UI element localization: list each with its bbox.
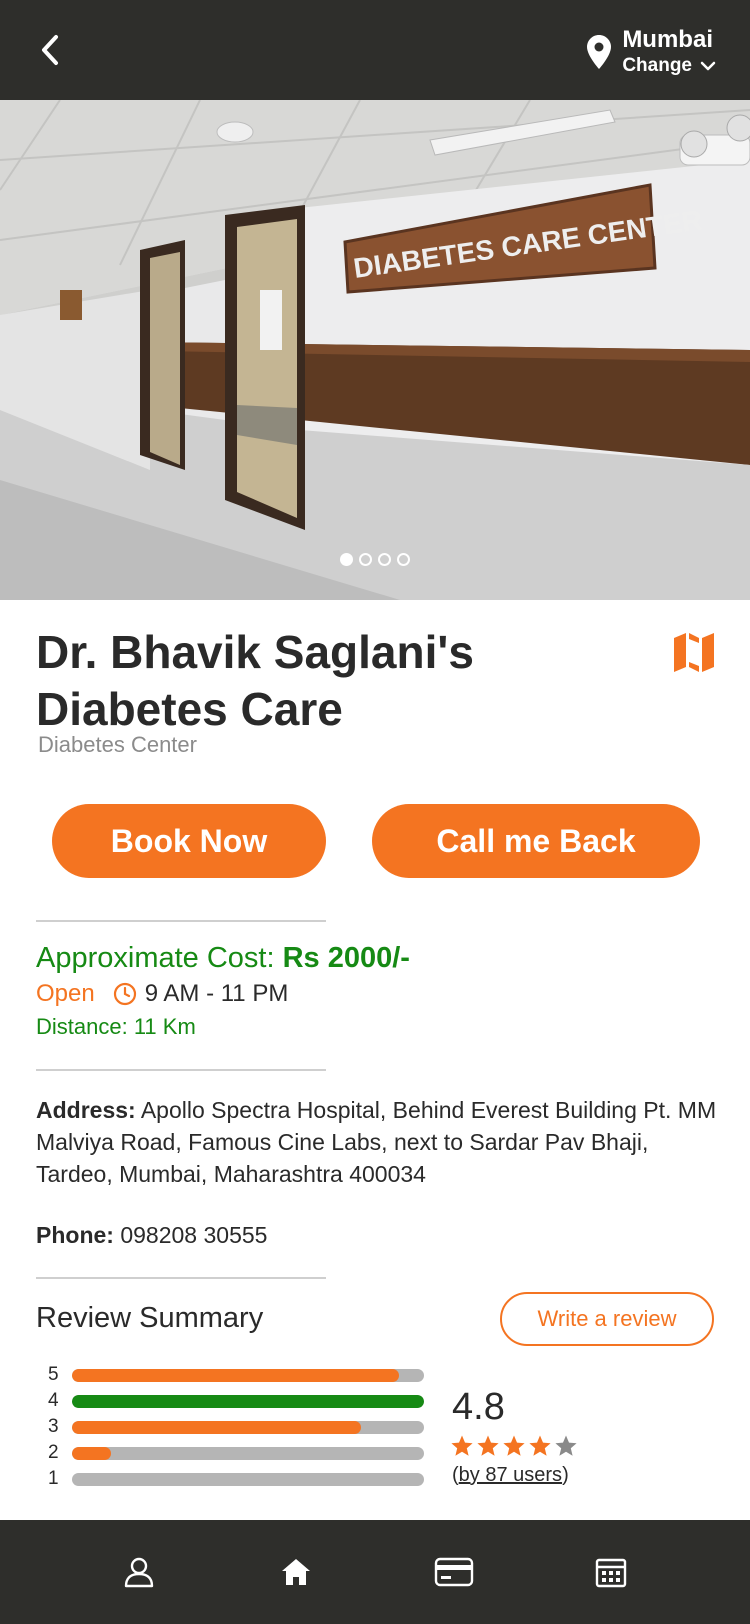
location-pin-icon xyxy=(587,35,612,69)
hallway-photo: DIABETES CARE CENTER xyxy=(0,100,750,600)
back-button[interactable] xyxy=(28,28,72,72)
review-count[interactable]: (by 87 users) xyxy=(452,1464,569,1487)
clinic-name: Dr. Bhavik Saglani's Diabetes Care xyxy=(36,626,474,735)
map-icon xyxy=(674,633,714,672)
rating-bar-track xyxy=(72,1394,424,1408)
rating-bar-track xyxy=(72,1420,424,1434)
rating-bar-track xyxy=(72,1368,424,1382)
rating-bar-label: 1 xyxy=(48,1468,59,1489)
rating-bar-label: 4 xyxy=(48,1390,59,1411)
nav-profile[interactable] xyxy=(109,1542,169,1602)
hours-text: 9 AM - 11 PM xyxy=(144,980,289,1007)
address: Address: Apollo Spectra Hospital, Behind… xyxy=(36,1094,726,1190)
rating-bar-row: 2 xyxy=(48,1440,424,1466)
change-label: Change xyxy=(622,55,692,76)
card-icon xyxy=(434,1557,473,1587)
chevron-left-icon xyxy=(42,35,58,65)
home-icon xyxy=(282,1559,311,1585)
top-bar: Mumbai Change xyxy=(0,0,750,100)
rating-bar-label: 5 xyxy=(48,1364,59,1385)
address-label: Address: xyxy=(36,1097,136,1123)
bottom-nav xyxy=(0,1520,750,1624)
cost-label: Approximate Cost: xyxy=(36,942,275,974)
carousel-dot[interactable] xyxy=(359,553,372,566)
hero-image[interactable]: DIABETES CARE CENTER xyxy=(0,100,750,600)
chevron-down-icon xyxy=(700,61,716,71)
rating-bar-fill xyxy=(72,1368,400,1382)
clinic-category: Diabetes Center xyxy=(38,732,197,757)
open-status: Open xyxy=(36,980,95,1007)
rating-bar-fill xyxy=(72,1446,111,1460)
star-filled-icon xyxy=(503,1435,525,1456)
profile-icon xyxy=(124,1557,153,1588)
star-filled-icon xyxy=(477,1435,499,1456)
change-location[interactable]: Change xyxy=(622,54,716,78)
divider xyxy=(36,1277,326,1279)
rating-bar-fill xyxy=(72,1420,361,1434)
clock-icon xyxy=(113,982,136,1006)
city-name: Mumbai xyxy=(622,26,713,53)
rating-bar-fill xyxy=(72,1394,424,1408)
cost-value: Rs 2000/- xyxy=(282,942,410,974)
carousel-dots xyxy=(0,553,750,566)
approximate-cost: Approximate Cost: Rs 2000/- xyxy=(36,942,410,975)
average-rating: 4.8 xyxy=(452,1386,505,1428)
divider xyxy=(36,1069,326,1071)
opening-hours: Open 9 AM - 11 PM xyxy=(36,980,288,1008)
nav-calendar[interactable] xyxy=(581,1542,641,1602)
rating-bar-row: 1 xyxy=(48,1466,424,1492)
rating-bar-row: 4 xyxy=(48,1388,424,1414)
review-summary-title: Review Summary xyxy=(36,1302,264,1334)
phone-label: Phone: xyxy=(36,1222,114,1248)
rating-bar-label: 3 xyxy=(48,1416,59,1437)
rating-distribution: 5 4 3 2 1 xyxy=(48,1362,424,1492)
location-selector[interactable]: Mumbai Change xyxy=(586,26,716,78)
rating-bar-label: 2 xyxy=(48,1442,59,1463)
divider xyxy=(36,920,326,922)
carousel-dot[interactable] xyxy=(378,553,391,566)
map-button[interactable] xyxy=(672,630,716,674)
rating-bar-track xyxy=(72,1446,424,1460)
book-now-button[interactable]: Book Now xyxy=(52,804,326,878)
nav-card[interactable] xyxy=(424,1542,484,1602)
write-review-button[interactable]: Write a review xyxy=(500,1292,714,1346)
star-filled-icon xyxy=(451,1435,473,1456)
phone-value[interactable]: 098208 30555 xyxy=(120,1222,267,1248)
nav-home[interactable] xyxy=(266,1542,326,1602)
rating-bar-track xyxy=(72,1472,424,1486)
rating-stars xyxy=(450,1434,578,1458)
star-empty-icon xyxy=(555,1435,577,1456)
rating-bar-row: 3 xyxy=(48,1414,424,1440)
address-value: Apollo Spectra Hospital, Behind Everest … xyxy=(36,1097,717,1187)
distance: Distance: 11 Km xyxy=(36,1014,196,1039)
star-filled-icon xyxy=(529,1435,551,1456)
carousel-dot[interactable] xyxy=(340,553,353,566)
call-me-back-button[interactable]: Call me Back xyxy=(372,804,700,878)
rating-bar-row: 5 xyxy=(48,1362,424,1388)
review-count-link[interactable]: by 87 users xyxy=(459,1464,562,1486)
phone[interactable]: Phone: 098208 30555 xyxy=(36,1222,267,1249)
calendar-icon xyxy=(596,1558,627,1588)
carousel-dot[interactable] xyxy=(397,553,410,566)
